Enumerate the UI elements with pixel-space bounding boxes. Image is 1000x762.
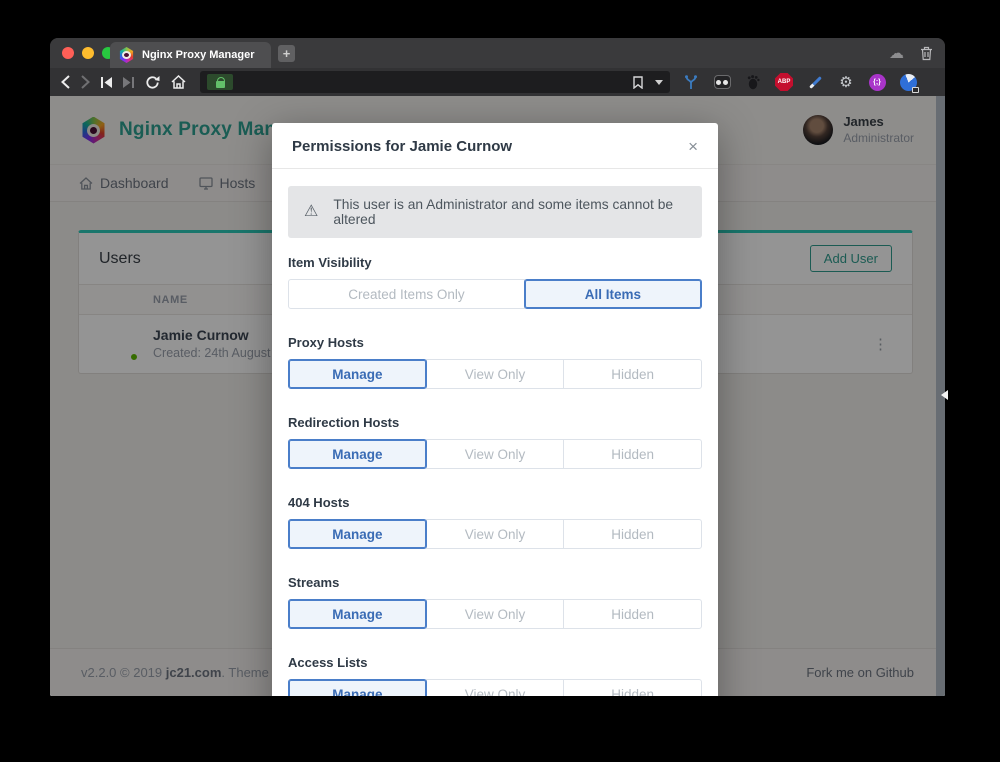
access-lists-view-only-button[interactable]: View Only: [426, 679, 565, 696]
admin-alert: ⚠ This user is an Administrator and some…: [288, 186, 702, 238]
close-window-button[interactable]: [62, 47, 74, 59]
permissions-modal: Permissions for Jamie Curnow × ⚠ This us…: [272, 123, 718, 696]
redirection-hosts-view-only-button[interactable]: View Only: [426, 439, 565, 469]
modal-title: Permissions for Jamie Curnow: [292, 138, 512, 155]
warning-icon: ⚠: [304, 204, 318, 220]
streams-label: Streams: [288, 575, 702, 590]
streams-section: Streams Manage View Only Hidden: [288, 575, 702, 629]
trash-icon[interactable]: [920, 46, 933, 61]
visibility-all-items-button[interactable]: All Items: [524, 279, 702, 309]
access-lists-hidden-button[interactable]: Hidden: [563, 679, 702, 696]
bookmark-dropdown-icon[interactable]: [655, 80, 663, 85]
back-icon[interactable]: [61, 75, 70, 89]
404-hosts-group: Manage View Only Hidden: [288, 519, 702, 549]
proxy-hosts-group: Manage View Only Hidden: [288, 359, 702, 389]
page-viewport: Nginx Proxy Manager James Administrator: [50, 96, 945, 696]
home-icon[interactable]: [171, 75, 186, 89]
redirection-hosts-manage-button[interactable]: Manage: [288, 439, 427, 469]
privacy-extension-icon[interactable]: [898, 72, 918, 92]
npm-favicon-icon: [119, 47, 134, 63]
proxy-hosts-view-only-button[interactable]: View Only: [426, 359, 565, 389]
streams-group: Manage View Only Hidden: [288, 599, 702, 629]
alert-text: This user is an Administrator and some i…: [333, 197, 686, 227]
404-hosts-view-only-button[interactable]: View Only: [426, 519, 565, 549]
cloud-sync-icon[interactable]: ☁: [889, 46, 904, 61]
browser-toolbar: ABP ⚙ {;}: [50, 68, 945, 96]
goggles-extension-icon[interactable]: [712, 72, 732, 92]
pencil-extension-icon[interactable]: [805, 72, 825, 92]
streams-view-only-button[interactable]: View Only: [426, 599, 565, 629]
access-lists-group: Manage View Only Hidden: [288, 679, 702, 696]
tab-title: Nginx Proxy Manager: [142, 49, 254, 61]
forward-icon[interactable]: [81, 75, 90, 89]
item-visibility-group: Created Items Only All Items: [288, 279, 702, 309]
access-lists-section: Access Lists Manage View Only Hidden: [288, 655, 702, 696]
fork-extension-icon[interactable]: [681, 72, 701, 92]
close-icon[interactable]: ×: [688, 138, 698, 155]
browser-titlebar: Nginx Proxy Manager + ☁: [50, 38, 945, 68]
browser-tab[interactable]: Nginx Proxy Manager: [110, 42, 271, 68]
minimize-window-button[interactable]: [82, 47, 94, 59]
reload-icon[interactable]: [145, 75, 160, 90]
access-lists-label: Access Lists: [288, 655, 702, 670]
visibility-created-only-button[interactable]: Created Items Only: [288, 279, 525, 309]
item-visibility-label: Item Visibility: [288, 255, 702, 270]
adblock-plus-icon[interactable]: ABP: [774, 72, 794, 92]
streams-hidden-button[interactable]: Hidden: [563, 599, 702, 629]
modal-body: ⚠ This user is an Administrator and some…: [272, 169, 718, 696]
window-controls: [62, 47, 114, 59]
titlebar-actions: ☁: [889, 38, 933, 68]
redirection-hosts-section: Redirection Hosts Manage View Only Hidde…: [288, 415, 702, 469]
redirection-hosts-group: Manage View Only Hidden: [288, 439, 702, 469]
modal-header: Permissions for Jamie Curnow ×: [272, 123, 718, 169]
rewind-icon[interactable]: [101, 77, 112, 88]
footprint-extension-icon[interactable]: [743, 72, 763, 92]
fast-forward-icon[interactable]: [123, 77, 134, 88]
proxy-hosts-label: Proxy Hosts: [288, 335, 702, 350]
proxy-hosts-manage-button[interactable]: Manage: [288, 359, 427, 389]
new-tab-button[interactable]: +: [278, 45, 295, 62]
proxy-hosts-hidden-button[interactable]: Hidden: [563, 359, 702, 389]
browser-window: Nginx Proxy Manager + ☁: [50, 38, 945, 696]
404-hosts-hidden-button[interactable]: Hidden: [563, 519, 702, 549]
https-lock-icon[interactable]: [207, 74, 233, 90]
404-hosts-label: 404 Hosts: [288, 495, 702, 510]
access-lists-manage-button[interactable]: Manage: [288, 679, 427, 696]
gear-extension-icon[interactable]: ⚙: [836, 72, 856, 92]
address-bar[interactable]: [200, 71, 670, 93]
streams-manage-button[interactable]: Manage: [288, 599, 427, 629]
desktop: Nginx Proxy Manager + ☁: [0, 0, 1000, 762]
redirection-hosts-hidden-button[interactable]: Hidden: [563, 439, 702, 469]
proxy-hosts-section: Proxy Hosts Manage View Only Hidden: [288, 335, 702, 389]
404-hosts-section: 404 Hosts Manage View Only Hidden: [288, 495, 702, 549]
item-visibility-section: Item Visibility Created Items Only All I…: [288, 255, 702, 309]
bookmark-icon[interactable]: [633, 76, 643, 89]
window-edge-arrow-icon: [941, 390, 948, 400]
purple-extension-icon[interactable]: {;}: [867, 72, 887, 92]
redirection-hosts-label: Redirection Hosts: [288, 415, 702, 430]
404-hosts-manage-button[interactable]: Manage: [288, 519, 427, 549]
